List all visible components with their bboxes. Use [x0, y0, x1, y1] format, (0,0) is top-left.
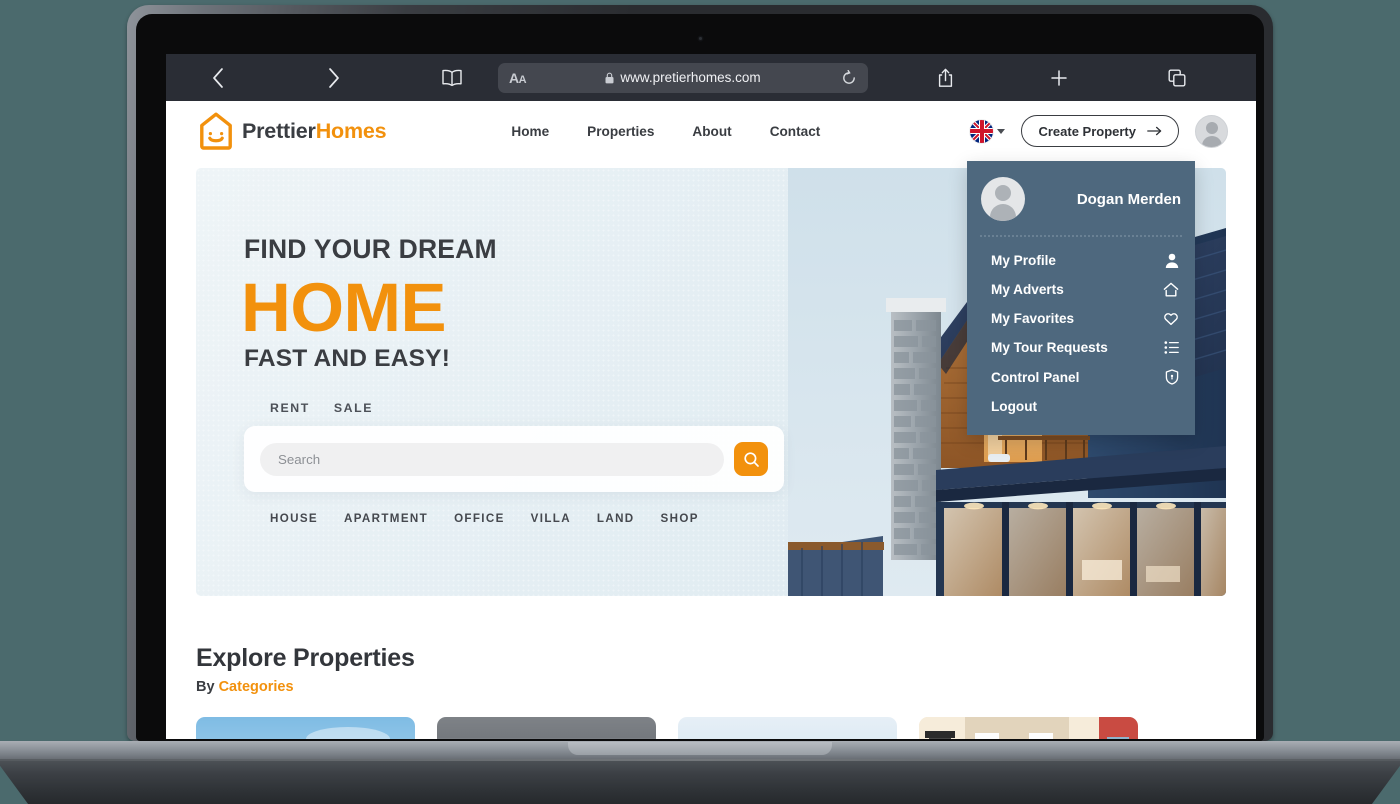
browser-screen: AA www.pretierhomes.com PrettierHomes Ho…: [166, 54, 1256, 739]
nav-item-home[interactable]: Home: [511, 124, 549, 139]
search-icon: [743, 452, 759, 467]
url-display: www.pretierhomes.com: [498, 63, 868, 93]
person-icon: [1165, 253, 1179, 268]
list-checks-icon: [1164, 341, 1179, 354]
user-avatar-button[interactable]: [1195, 114, 1228, 148]
laptop-bezel: AA www.pretierhomes.com PrettierHomes Ho…: [136, 14, 1264, 741]
hero-pre-heading: FIND YOUR DREAM: [244, 234, 497, 264]
hero-main-heading: HOME: [241, 269, 447, 346]
menu-item-label: My Profile: [991, 253, 1056, 268]
main-nav: Home Properties About Contact: [511, 124, 820, 139]
chevron-down-icon: [997, 128, 1006, 134]
avatar-body: [990, 204, 1016, 221]
laptop-base-body: [0, 759, 1400, 804]
menu-item-my-tour-requests[interactable]: My Tour Requests: [967, 333, 1195, 362]
search-input[interactable]: [260, 442, 724, 476]
tabs-overview-icon[interactable]: [1154, 69, 1200, 87]
card-winter-house[interactable]: [678, 717, 897, 739]
back-button[interactable]: [196, 67, 240, 89]
menu-divider: [980, 235, 1182, 237]
reader-book-icon[interactable]: [430, 69, 474, 87]
explore-subtitle-orange: Categories: [218, 679, 294, 695]
create-property-button[interactable]: Create Property: [1021, 115, 1179, 147]
card-grey-roof[interactable]: [437, 717, 656, 739]
laptop-base: [0, 741, 1400, 804]
user-dropdown-menu: Dogan Merden My Profile My Adverts My Fa…: [967, 161, 1195, 435]
explore-subtitle: By Categories: [196, 679, 1226, 695]
category-card-list: [196, 717, 1226, 739]
shield-icon: [1165, 369, 1179, 385]
card-apartment-block[interactable]: [919, 717, 1138, 739]
category-tab-land[interactable]: LAND: [597, 512, 635, 525]
category-tab-office[interactable]: OFFICE: [454, 512, 505, 525]
menu-item-label: My Tour Requests: [991, 340, 1108, 355]
heart-icon: [1163, 311, 1179, 326]
logo-text: PrettierHomes: [242, 118, 387, 144]
header-actions: Create Property: [970, 114, 1228, 148]
explore-properties-section: Explore Properties By Categories: [166, 596, 1256, 739]
explore-title: Explore Properties: [196, 644, 415, 672]
address-bar[interactable]: AA www.pretierhomes.com: [498, 62, 868, 93]
hero-search-card: [244, 426, 784, 493]
site-header: PrettierHomes Home Properties About Cont…: [166, 101, 1256, 161]
house-smile-logo-icon: [198, 111, 234, 151]
nav-item-properties[interactable]: Properties: [587, 124, 654, 139]
create-property-label: Create Property: [1038, 123, 1136, 139]
lock-icon: [605, 72, 614, 83]
browser-toolbar: AA www.pretierhomes.com: [166, 54, 1256, 101]
laptop-base-top: [0, 741, 1400, 761]
category-tab-house[interactable]: HOUSE: [270, 512, 318, 525]
home-outline-icon: [1163, 282, 1179, 297]
category-tab-apartment[interactable]: APARTMENT: [344, 512, 428, 525]
forward-button[interactable]: [312, 67, 356, 89]
site-logo[interactable]: PrettierHomes: [198, 111, 387, 151]
uk-flag-icon: [970, 119, 994, 143]
hero-post-heading: FAST AND EASY!: [244, 345, 451, 373]
card-sky-house[interactable]: [196, 717, 415, 739]
laptop-base-notch: [568, 742, 832, 755]
laptop-lid: AA www.pretierhomes.com PrettierHomes Ho…: [127, 5, 1273, 741]
menu-item-label: Control Panel: [991, 369, 1080, 385]
hero-category-tabs: HOUSE APARTMENT OFFICE VILLA LAND SHOP: [244, 512, 728, 525]
nav-item-contact[interactable]: Contact: [770, 124, 821, 139]
reload-button[interactable]: [841, 69, 857, 91]
language-selector[interactable]: [970, 119, 1006, 143]
avatar-head: [1205, 121, 1218, 134]
menu-item-control-panel[interactable]: Control Panel: [967, 362, 1195, 392]
category-tab-villa[interactable]: VILLA: [531, 512, 571, 525]
hero-content: FIND YOUR DREAM HOME FAST AND EASY! RENT…: [196, 168, 784, 596]
menu-item-my-adverts[interactable]: My Adverts: [967, 275, 1195, 304]
share-icon[interactable]: [922, 68, 968, 88]
website-content: PrettierHomes Home Properties About Cont…: [166, 101, 1256, 739]
logo-text-part2: Homes: [315, 118, 387, 143]
search-button[interactable]: [734, 442, 768, 477]
menu-item-logout[interactable]: Logout: [967, 392, 1195, 421]
menu-item-label: Logout: [991, 399, 1038, 414]
menu-item-my-favorites[interactable]: My Favorites: [967, 304, 1195, 333]
menu-item-label: My Adverts: [991, 282, 1064, 297]
user-menu-header: Dogan Merden: [967, 161, 1195, 235]
nav-item-about[interactable]: About: [692, 124, 731, 139]
menu-item-label: My Favorites: [991, 311, 1075, 326]
arrow-right-icon: [1147, 126, 1162, 136]
menu-item-my-profile[interactable]: My Profile: [967, 246, 1195, 275]
logo-text-part1: Prettier: [242, 118, 316, 143]
user-menu-items: My Profile My Adverts My Favorites My To…: [967, 237, 1195, 435]
new-tab-button[interactable]: [1036, 68, 1082, 88]
mode-tab-sale[interactable]: SALE: [334, 401, 373, 415]
avatar-head: [995, 185, 1011, 201]
hero-mode-tabs: RENT SALE: [244, 401, 728, 415]
url-text: www.pretierhomes.com: [620, 70, 761, 85]
user-name: Dogan Merden: [1076, 190, 1181, 208]
explore-subtitle-grey: By: [196, 679, 219, 695]
webcam-icon: [696, 35, 704, 42]
avatar-body: [1201, 135, 1222, 147]
laptop-frame: AA www.pretierhomes.com PrettierHomes Ho…: [0, 5, 1400, 804]
category-tab-shop[interactable]: SHOP: [661, 512, 699, 525]
user-avatar-icon: [981, 177, 1025, 221]
mode-tab-rent[interactable]: RENT: [270, 401, 310, 415]
